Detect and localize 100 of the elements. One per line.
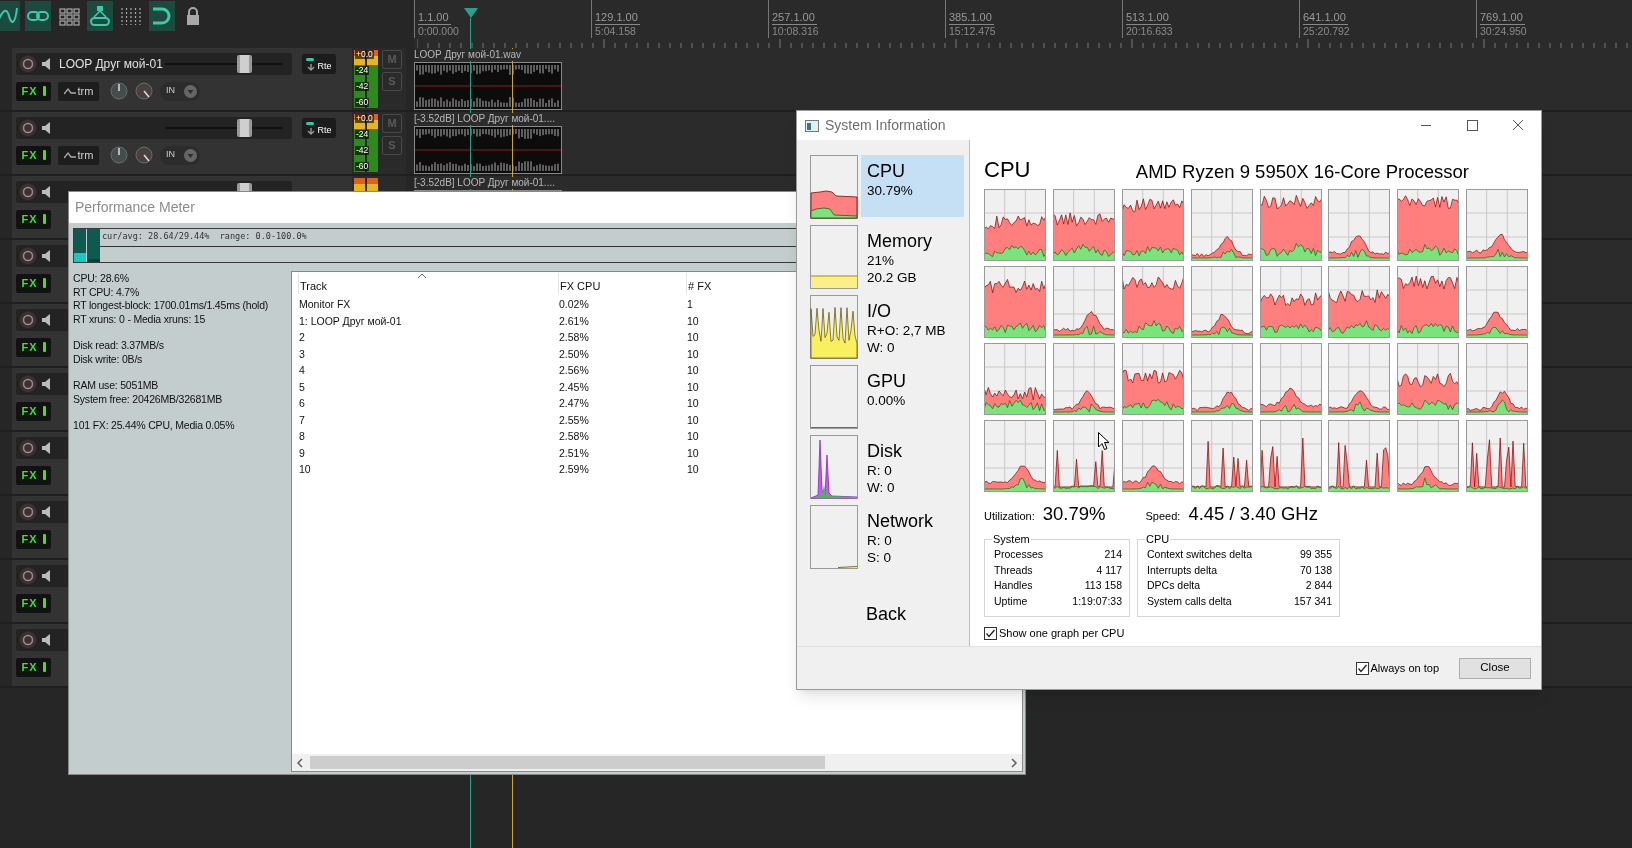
fx-button[interactable]: FX (16, 209, 51, 229)
table-cell: 10 (687, 413, 699, 426)
fx-button[interactable]: FX (16, 529, 51, 549)
checkbox-label[interactable]: Show one graph per CPU (999, 624, 1125, 642)
item-value: W: 0 (867, 339, 896, 356)
meter-scale-label: +0.0 (355, 114, 374, 123)
record-arm-button[interactable] (19, 503, 37, 521)
sidebar-item[interactable]: CPU 30.79% (861, 155, 964, 217)
column-header[interactable]: # FX (688, 280, 712, 292)
sidebar-item[interactable]: GPU 0.00% (861, 365, 964, 427)
item-value: R: 0 (867, 462, 893, 479)
column-header[interactable]: Track (300, 280, 328, 292)
fx-button[interactable]: FX (16, 145, 51, 165)
level-meter-drawing (354, 114, 378, 172)
record-arm-button[interactable] (19, 183, 37, 201)
table-cell: 10 (299, 463, 311, 476)
sidebar-item[interactable]: Memory 21% 20.2 GB (861, 225, 964, 287)
stat-value: 4 117 (1096, 562, 1122, 578)
stat-value: 214 (1104, 547, 1122, 563)
item-value: R+O: 2,7 MB (867, 322, 947, 339)
scrollbar-thumb[interactable] (310, 756, 825, 769)
core-usage-graph (1397, 266, 1460, 338)
slider-thumb[interactable] (237, 119, 253, 137)
item-label: Disk (867, 440, 903, 462)
sidebar-item[interactable]: Disk R: 0 W: 0 (861, 435, 964, 497)
table-cell: Monitor FX (299, 298, 351, 311)
window-icon (805, 119, 819, 132)
input-button[interactable]: IN (160, 145, 200, 165)
fx-button[interactable]: FX (16, 657, 51, 677)
record-arm-button[interactable] (19, 119, 37, 137)
toolbar-button[interactable] (25, 1, 51, 31)
pan-knob[interactable] (110, 82, 128, 100)
width-knob[interactable] (135, 146, 153, 164)
stat-text: RT longest-block: 1700.01ms/1.45ms (hold) (73, 299, 270, 313)
close-dialog-button[interactable]: Close (1459, 657, 1531, 679)
fx-indicator-icon (42, 214, 46, 224)
fx-button[interactable]: FX (16, 273, 51, 293)
table-cell: 2.58% (559, 331, 589, 344)
route-button[interactable]: Rte (302, 54, 336, 74)
volume-slider[interactable] (165, 119, 283, 137)
toolbar-button[interactable] (0, 1, 20, 31)
record-arm-button[interactable] (19, 567, 37, 585)
record-arm-button[interactable] (19, 311, 37, 329)
core-usage-graph (1052, 343, 1115, 415)
column-header[interactable]: FX CPU (560, 280, 601, 292)
width-knob[interactable] (135, 82, 153, 100)
core-usage-graph (1397, 189, 1460, 261)
table-cell: 2.50% (559, 347, 589, 360)
fx-button[interactable]: FX (16, 465, 51, 485)
back-button[interactable]: Back (866, 601, 907, 628)
core-usage-graph (1052, 420, 1115, 492)
item-title: LOOP Друг мой-01.wav (414, 49, 522, 61)
core-usage-graph (1328, 266, 1391, 338)
core-usage-graph (984, 189, 1046, 261)
field-label: Utilization: (984, 509, 1035, 524)
trim-button[interactable]: trm (58, 81, 99, 101)
core-usage-graph (1190, 266, 1253, 338)
dropdown-icon (184, 148, 197, 162)
checkbox-label[interactable]: Always on top (1370, 659, 1439, 677)
field-label: Speed: (1145, 509, 1181, 524)
fx-button[interactable]: FX (16, 337, 51, 357)
pan-knob[interactable] (110, 146, 128, 164)
sidebar-item[interactable]: Network R: 0 S: 0 (861, 505, 964, 567)
item-label: Memory (867, 230, 933, 252)
stat-value: 113 158 (1084, 578, 1122, 594)
slider-thumb[interactable] (237, 55, 253, 73)
table-cell: 8 (299, 430, 305, 443)
toolbar-button[interactable] (149, 1, 175, 31)
fx-button[interactable]: FX (16, 81, 51, 101)
checkbox[interactable] (984, 626, 997, 640)
table-cell: 10 (687, 347, 699, 360)
record-arm-button[interactable] (19, 375, 37, 393)
item-title: [-3.52dB] LOOP Друг мой-01.... (414, 113, 555, 125)
input-button[interactable]: IN (160, 81, 200, 101)
record-arm-button[interactable] (19, 439, 37, 457)
time-position-label: 30:24.950 (1480, 25, 1527, 37)
time-position-label: 25:20.792 (1303, 25, 1350, 37)
route-button[interactable]: Rte (302, 118, 336, 138)
fx-button[interactable]: FX (16, 401, 51, 421)
sidebar-item[interactable]: I/O R+O: 2,7 MB W: 0 (861, 295, 964, 357)
core-usage-graph (1466, 266, 1529, 338)
playhead-marker-icon[interactable] (464, 8, 478, 18)
stat-text: CPU: 28.6% (73, 272, 130, 286)
stat-value: 2 844 (1305, 578, 1332, 594)
table-cell: 1 (687, 298, 693, 311)
record-arm-button[interactable] (19, 247, 37, 265)
volume-slider[interactable] (165, 55, 283, 73)
table-cell: 7 (299, 413, 305, 426)
trim-button[interactable]: trm (58, 145, 99, 165)
table-cell: 2.61% (559, 314, 589, 327)
meter-scale-label: -60 (355, 162, 370, 171)
envelope-icon (63, 151, 76, 159)
table-cell: 3 (299, 347, 305, 360)
record-arm-button[interactable] (19, 55, 37, 73)
core-usage-graph (984, 266, 1046, 338)
checkbox[interactable] (1355, 661, 1369, 675)
fx-button[interactable]: FX (16, 593, 51, 613)
toolbar-button[interactable] (87, 1, 113, 31)
item-label: Network (867, 510, 934, 532)
record-arm-button[interactable] (19, 631, 37, 649)
